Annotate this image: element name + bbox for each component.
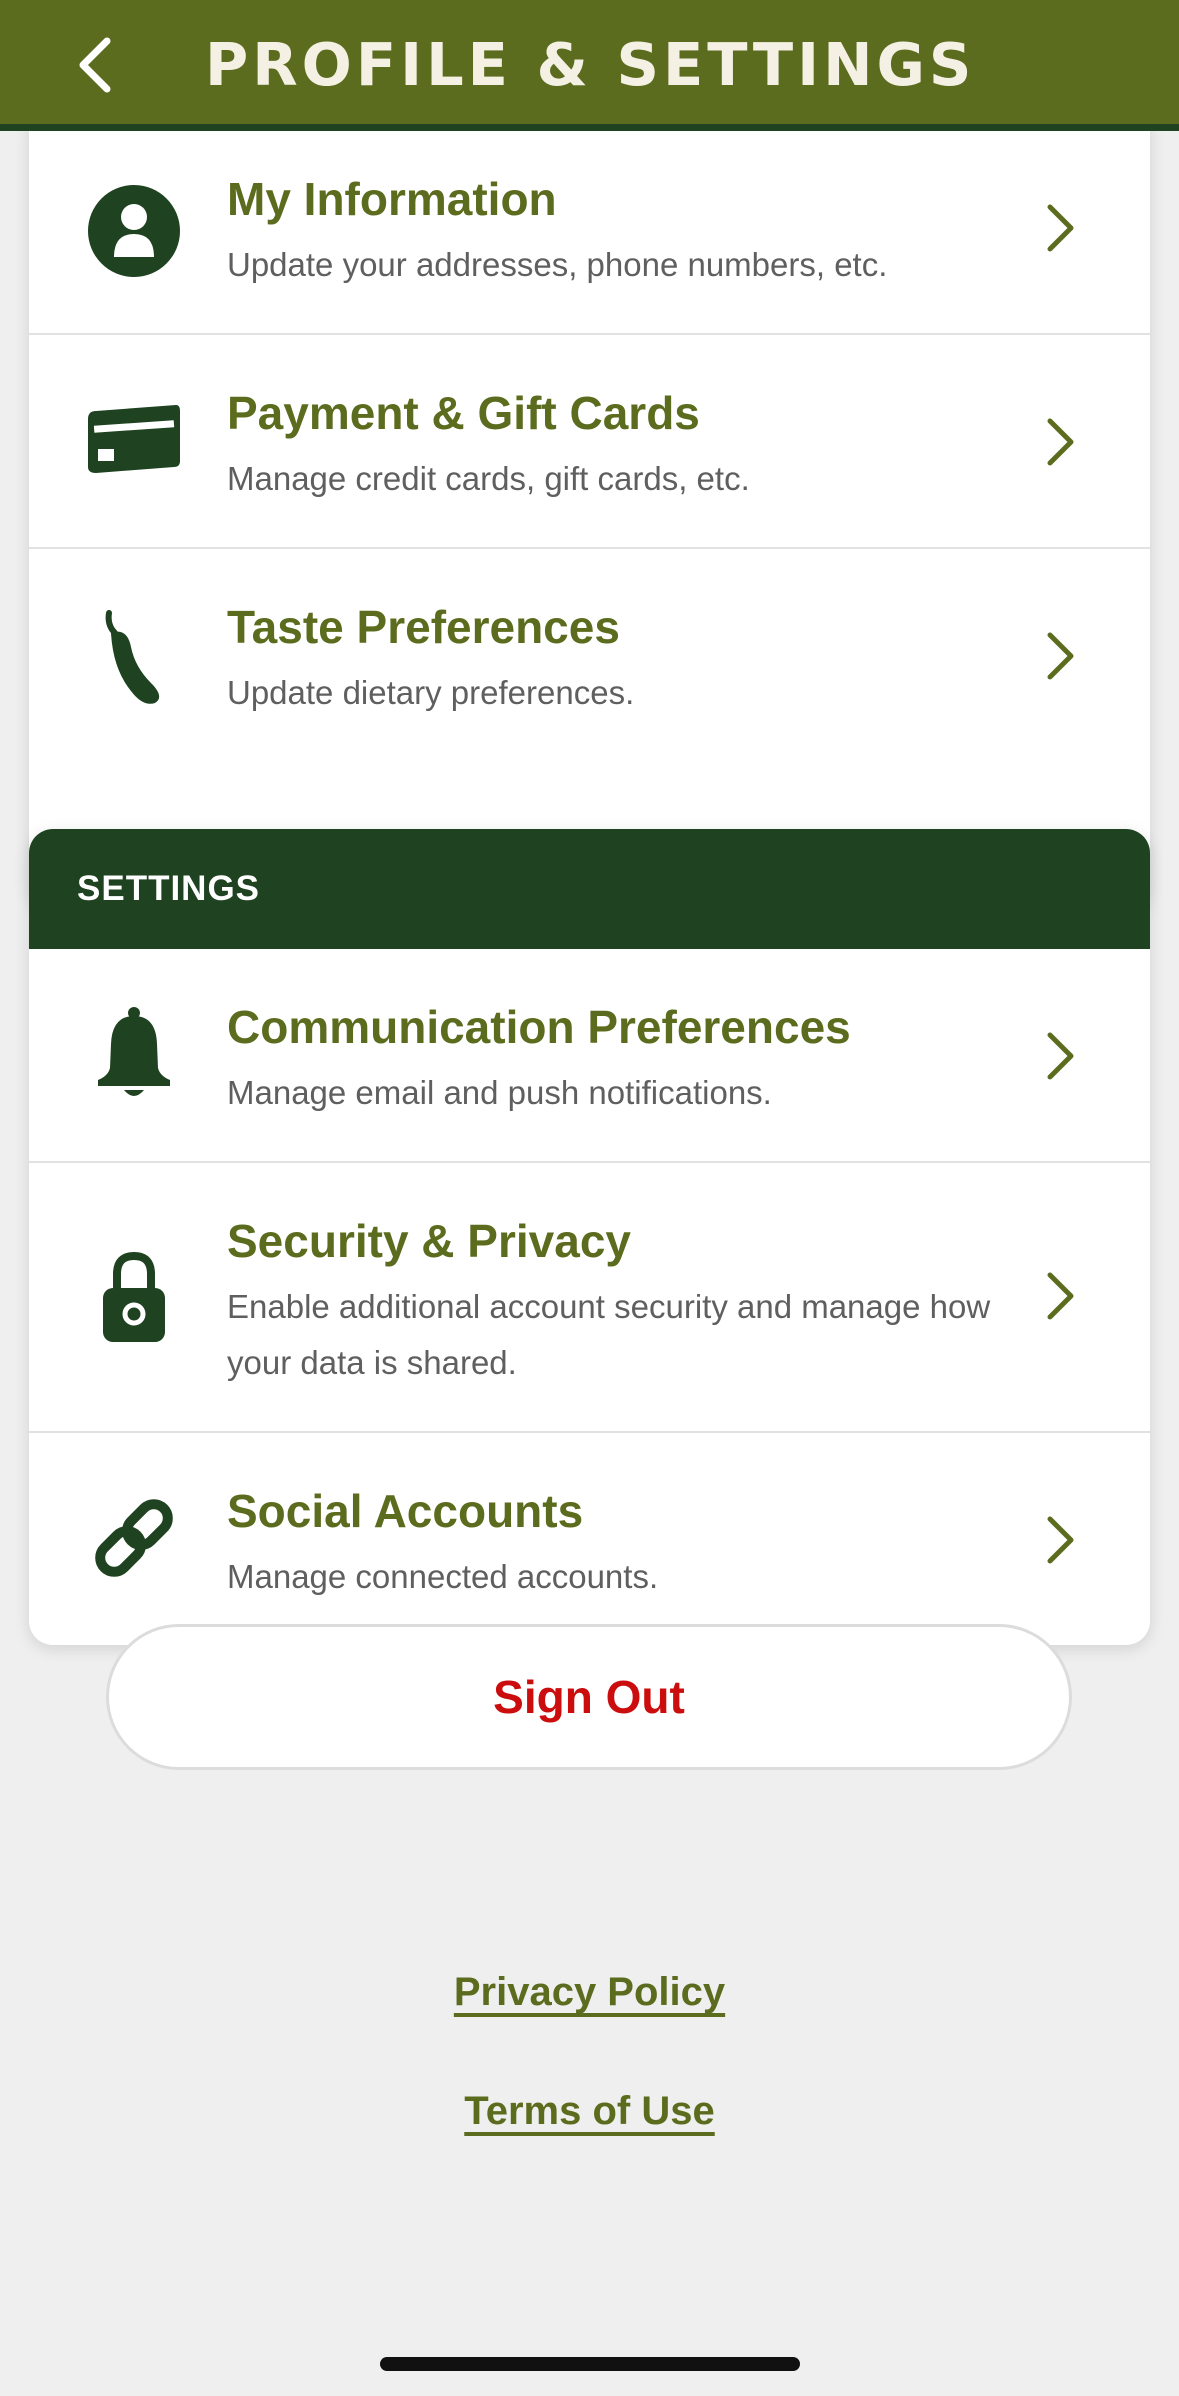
row-description: Manage connected accounts. <box>227 1558 659 1595</box>
row-social-accounts[interactable]: Social Accounts Manage connected account… <box>29 1433 1150 1645</box>
sign-out-label: Sign Out <box>493 1671 685 1723</box>
chevron-left-icon <box>79 37 111 93</box>
row-description: Manage email and push notifications. <box>227 1074 772 1111</box>
section-header: SETTINGS <box>29 829 1150 949</box>
credit-card-icon <box>79 385 189 495</box>
chevron-right-icon <box>1040 1266 1080 1326</box>
app-header: PROFILE & SETTINGS <box>0 0 1179 131</box>
row-title: Communication Preferences <box>227 1001 851 1053</box>
row-communication-preferences[interactable]: Communication Preferences Manage email a… <box>29 949 1150 1163</box>
content-area: My Information Update your addresses, ph… <box>0 121 1179 2396</box>
row-payment-gift-cards[interactable]: Payment & Gift Cards Manage credit cards… <box>29 335 1150 549</box>
row-title: Payment & Gift Cards <box>227 387 700 439</box>
page-title: PROFILE & SETTINGS <box>205 30 976 99</box>
privacy-policy-link[interactable]: Privacy Policy <box>0 1970 1179 2015</box>
chevron-right-icon <box>1040 198 1080 258</box>
row-title: Taste Preferences <box>227 601 620 653</box>
pepper-icon <box>79 604 189 714</box>
back-button[interactable] <box>60 20 130 110</box>
row-title: Security & Privacy <box>227 1215 632 1267</box>
chevron-right-icon <box>1040 412 1080 472</box>
row-security-privacy[interactable]: Security & Privacy Enable additional acc… <box>29 1163 1150 1433</box>
bell-icon <box>79 999 189 1109</box>
row-my-information[interactable]: My Information Update your addresses, ph… <box>29 121 1150 335</box>
row-title: My Information <box>227 173 557 225</box>
row-description: Manage credit cards, gift cards, etc. <box>227 460 750 497</box>
chevron-right-icon <box>1040 1026 1080 1086</box>
link-icon <box>79 1483 189 1593</box>
account-card: My Information Update your addresses, ph… <box>29 121 1150 909</box>
person-icon <box>79 176 189 286</box>
row-description: Update dietary preferences. <box>227 674 635 711</box>
chevron-right-icon <box>1040 626 1080 686</box>
settings-card: SETTINGS Communication Preferences Manag… <box>29 829 1150 1645</box>
row-taste-preferences[interactable]: Taste Preferences Update dietary prefere… <box>29 549 1150 763</box>
row-description: Update your addresses, phone numbers, et… <box>227 246 888 283</box>
chevron-right-icon <box>1040 1510 1080 1570</box>
sign-out-button[interactable]: Sign Out <box>106 1624 1072 1770</box>
section-title: SETTINGS <box>77 869 261 908</box>
lock-icon <box>79 1243 189 1353</box>
row-description: Enable additional account security and m… <box>227 1288 991 1381</box>
terms-of-use-link[interactable]: Terms of Use <box>0 2089 1179 2134</box>
home-indicator <box>380 2357 800 2371</box>
row-title: Social Accounts <box>227 1485 584 1537</box>
